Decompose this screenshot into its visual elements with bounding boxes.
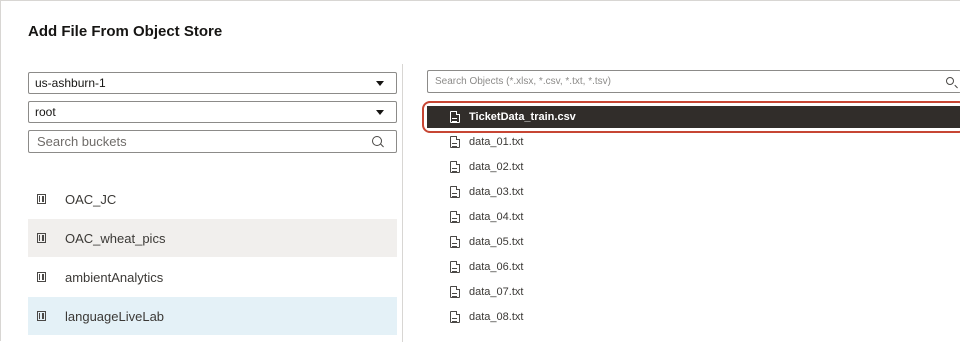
file-name: data_04.txt: [469, 211, 524, 223]
bucket-label: ambientAnalytics: [65, 270, 164, 285]
file-name: data_02.txt: [469, 161, 524, 173]
object-search-input[interactable]: [435, 76, 898, 87]
bucket-item[interactable]: OAC_JC: [28, 180, 397, 219]
file-name: data_05.txt: [469, 236, 524, 248]
region-select-value: us-ashburn-1: [35, 76, 106, 90]
bucket-search-field: [28, 130, 397, 153]
csv-file-icon: [450, 136, 460, 148]
file-name: TicketData_train.csv: [469, 111, 576, 123]
csv-file-icon: [450, 286, 460, 298]
dialog-title: Add File From Object Store: [28, 23, 223, 40]
object-search-field: [427, 70, 960, 93]
bucket-icon: [37, 194, 46, 204]
bucket-label: OAC_wheat_pics: [65, 231, 166, 246]
csv-file-icon: [450, 211, 460, 223]
file-item[interactable]: data_02.txt: [427, 155, 960, 180]
file-name: data_07.txt: [469, 286, 524, 298]
csv-file-icon: [450, 186, 460, 198]
bucket-label: languageLiveLab: [65, 309, 165, 324]
file-item[interactable]: data_07.txt: [427, 280, 960, 305]
bucket-search-input[interactable]: [37, 134, 353, 149]
pane-divider: [402, 64, 403, 342]
file-name: data_06.txt: [469, 261, 524, 273]
file-name: data_01.txt: [469, 136, 524, 148]
file-item[interactable]: data_08.txt: [427, 305, 960, 330]
search-icon[interactable]: [946, 77, 954, 85]
csv-file-icon: [450, 111, 460, 123]
bucket-icon: [37, 272, 46, 282]
csv-file-icon: [450, 236, 460, 248]
compartment-select-value: root: [35, 105, 56, 119]
search-icon[interactable]: [372, 136, 382, 146]
object-list: TicketData_train.csv data_01.txt data_02…: [422, 101, 960, 330]
file-item[interactable]: data_06.txt: [427, 255, 960, 280]
caret-down-icon: [376, 81, 384, 86]
csv-file-icon: [450, 311, 460, 323]
bucket-pane: us-ashburn-1 root OAC_JC OAC_wheat_pics …: [28, 72, 397, 336]
bucket-item-selected[interactable]: languageLiveLab: [28, 297, 397, 336]
bucket-item[interactable]: OAC_wheat_pics: [28, 219, 397, 258]
file-item[interactable]: data_03.txt: [427, 180, 960, 205]
file-item-selected[interactable]: TicketData_train.csv: [422, 101, 960, 133]
csv-file-icon: [450, 161, 460, 173]
bucket-list: OAC_JC OAC_wheat_pics ambientAnalytics l…: [28, 180, 397, 336]
csv-file-icon: [450, 261, 460, 273]
file-item[interactable]: data_04.txt: [427, 205, 960, 230]
caret-down-icon: [376, 110, 384, 115]
bucket-label: OAC_JC: [65, 192, 117, 207]
compartment-select[interactable]: root: [28, 101, 397, 123]
region-select[interactable]: us-ashburn-1: [28, 72, 397, 94]
bucket-icon: [37, 311, 46, 321]
object-pane: TicketData_train.csv data_01.txt data_02…: [422, 70, 960, 323]
file-name: data_08.txt: [469, 311, 524, 323]
file-item[interactable]: data_01.txt: [427, 130, 960, 155]
bucket-icon: [37, 233, 46, 243]
file-name: data_03.txt: [469, 186, 524, 198]
add-file-dialog: Add File From Object Store us-ashburn-1 …: [0, 0, 960, 342]
bucket-item[interactable]: ambientAnalytics: [28, 258, 397, 297]
file-item[interactable]: data_05.txt: [427, 230, 960, 255]
